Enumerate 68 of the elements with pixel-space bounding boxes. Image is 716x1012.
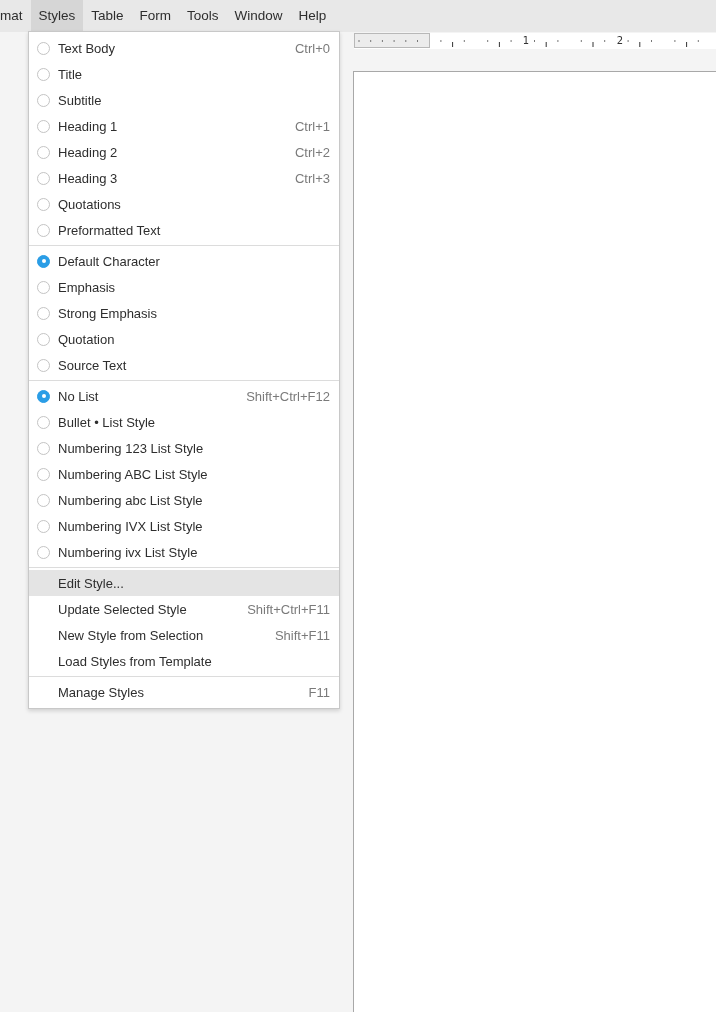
menu-item-label: Numbering IVX List Style <box>58 518 204 534</box>
menu-item[interactable]: Load Styles from Template <box>29 648 339 674</box>
menu-item[interactable]: Source Text <box>29 352 339 378</box>
menu-item-label: Subtitle <box>58 92 103 108</box>
menu-item[interactable]: Default Character <box>29 248 339 274</box>
menu-item-label: Update Selected Style <box>58 601 188 617</box>
menu-item-label: Heading 3 <box>58 170 119 186</box>
menu-item-label: Numbering 123 List Style <box>58 440 205 456</box>
shortcut-label: F11 <box>308 684 330 700</box>
menu-item[interactable]: Update Selected Style Shift+Ctrl+F11 <box>29 596 339 622</box>
menu-item[interactable]: Quotations <box>29 191 339 217</box>
menu-item-label: Numbering ABC List Style <box>58 466 209 482</box>
menu-item-label: Source Text <box>58 357 128 373</box>
menu-item-label: Strong Emphasis <box>58 305 158 321</box>
radio-button[interactable] <box>37 254 50 268</box>
shortcut-label: Shift+Ctrl+F11 <box>247 601 330 617</box>
menu-item-label: Text Body <box>58 40 117 56</box>
menu-item-label: Quotation <box>58 331 116 347</box>
shortcut-label: Ctrl+2 <box>294 144 330 160</box>
menubar-item[interactable]: Form <box>131 0 180 32</box>
menu-item[interactable]: Numbering 123 List Style <box>29 435 339 461</box>
menu-item-label: Edit Style... <box>58 575 125 591</box>
menu-item[interactable]: Manage Styles F11 <box>29 679 339 705</box>
menu-item-label: No List <box>58 388 100 404</box>
menubar-item[interactable]: Help <box>290 0 335 32</box>
menu-item[interactable]: Numbering ABC List Style <box>29 461 339 487</box>
menu-item-label: Title <box>58 66 84 82</box>
menu-item[interactable]: Numbering ivx List Style <box>29 539 339 565</box>
menu-item-label: Bullet • List Style <box>58 414 157 430</box>
menu-item[interactable]: Strong Emphasis <box>29 300 339 326</box>
menubar-item[interactable]: mat <box>0 0 31 32</box>
menu-item[interactable]: Numbering abc List Style <box>29 487 339 513</box>
menu-item-label: Preformatted Text <box>58 222 162 238</box>
menubar-item[interactable]: Table <box>83 0 132 32</box>
menu-item[interactable]: Heading 2 Ctrl+2 <box>29 139 339 165</box>
menu-item-label: Numbering abc List Style <box>58 492 204 508</box>
menu-item[interactable]: Quotation <box>29 326 339 352</box>
shortcut-label: Shift+Ctrl+F12 <box>246 388 330 404</box>
radio-button[interactable] <box>37 389 50 403</box>
menu-item[interactable]: Preformatted Text <box>29 217 339 243</box>
menu-item[interactable]: Heading 1 Ctrl+1 <box>29 113 339 139</box>
menu-item-label: New Style from Selection <box>58 627 205 643</box>
menu-item-label: Load Styles from Template <box>58 653 213 669</box>
shortcut-label: Ctrl+1 <box>294 118 330 134</box>
menu-item[interactable]: No List Shift+Ctrl+F12 <box>29 383 339 409</box>
ruler: 1 2 <box>354 33 716 49</box>
menubar-item[interactable]: Tools <box>179 0 227 32</box>
menu-item[interactable]: Text Body Ctrl+0 <box>29 35 339 61</box>
menu-item[interactable]: Subtitle <box>29 87 339 113</box>
menubar-item[interactable]: Styles <box>30 0 84 32</box>
menu-item[interactable]: Bullet • List Style <box>29 409 339 435</box>
menu-item[interactable]: Emphasis <box>29 274 339 300</box>
menu-item-label: Heading 1 <box>58 118 119 134</box>
menu-item-label: Default Character <box>58 253 161 269</box>
menu-item[interactable]: Numbering IVX List Style <box>29 513 339 539</box>
menubar-item[interactable]: Window <box>226 0 291 32</box>
menu-item-label: Heading 2 <box>58 144 119 160</box>
shortcut-label: Shift+F11 <box>274 627 330 643</box>
menu-item-label: Quotations <box>58 196 122 212</box>
menu-item-label: Numbering ivx List Style <box>58 544 199 560</box>
shortcut-label: Ctrl+0 <box>294 40 330 56</box>
menu-item[interactable]: Heading 3 Ctrl+3 <box>29 165 339 191</box>
menu-item[interactable]: New Style from Selection Shift+F11 <box>29 622 339 648</box>
menu-item[interactable]: Title <box>29 61 339 87</box>
menu-item-label: Emphasis <box>58 279 117 295</box>
menu-item-label: Manage Styles <box>58 684 145 700</box>
shortcut-label: Ctrl+3 <box>294 170 330 186</box>
menu-item[interactable]: Edit Style... <box>29 570 339 596</box>
